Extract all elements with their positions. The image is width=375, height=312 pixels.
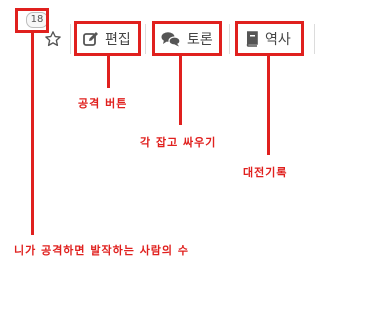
- edit-connector: [107, 56, 110, 88]
- history-connector: [267, 56, 270, 155]
- count-highlight: [15, 8, 49, 33]
- edit-annotation: 공격 버튼: [78, 97, 128, 110]
- discuss-highlight: [152, 21, 222, 56]
- count-connector: [31, 33, 34, 235]
- separator: [70, 24, 71, 54]
- separator: [145, 24, 146, 54]
- separator: [229, 24, 230, 54]
- history-highlight: [235, 21, 304, 56]
- separator: [314, 24, 315, 54]
- count-annotation: 니가 공격하면 발작하는 사람의 수: [14, 244, 189, 257]
- history-annotation: 대전기록: [243, 166, 288, 179]
- edit-highlight: [74, 21, 141, 56]
- discuss-annotation: 각 잡고 싸우기: [140, 136, 217, 149]
- discuss-connector: [179, 56, 182, 125]
